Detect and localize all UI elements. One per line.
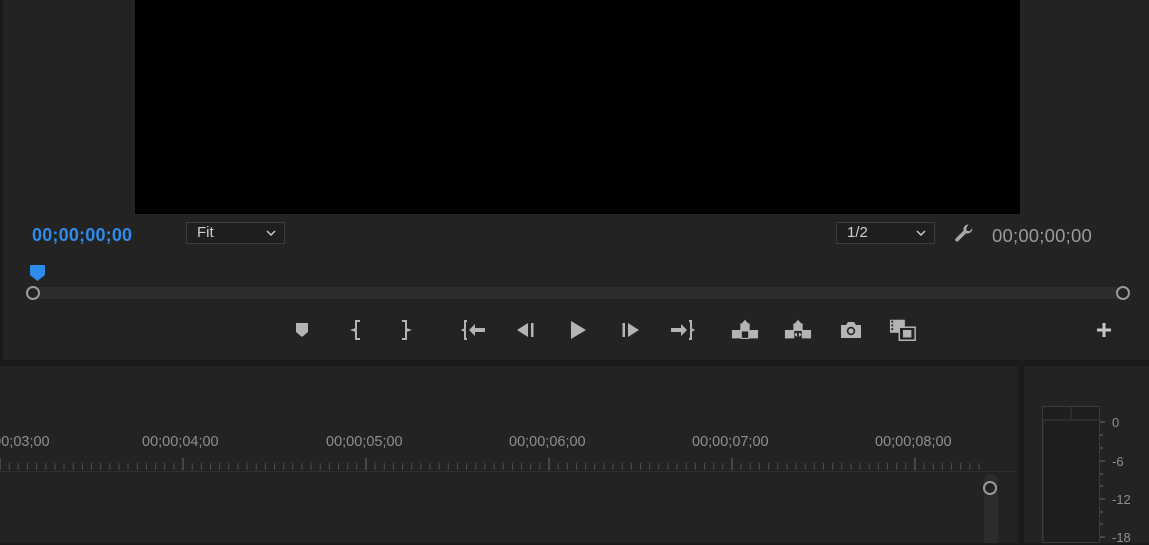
comparison-icon	[889, 319, 916, 342]
export-frame-button[interactable]	[837, 316, 865, 344]
meter-scale-label: 0	[1112, 415, 1120, 430]
ruler-baseline	[0, 471, 1016, 472]
video-preview[interactable]	[135, 0, 1020, 214]
camera-icon	[841, 322, 861, 338]
vertical-zoom-handle[interactable]	[983, 481, 997, 495]
ruler-label: 00;00;08;00	[875, 434, 952, 450]
time-ruler-scrubber[interactable]	[32, 287, 1123, 299]
ruler-ticks	[0, 458, 980, 470]
chevron-down-icon	[916, 230, 926, 236]
timeline-panel	[0, 366, 1018, 543]
playback-resolution-dropdown[interactable]: 1/2	[836, 222, 935, 244]
comparison-view-button[interactable]	[889, 316, 917, 344]
meter-scale-label: -6	[1112, 454, 1124, 469]
time-ruler[interactable]: 00;00;03;00 00;00;04;00 00;00;05;00 00;0…	[0, 434, 1000, 454]
mark-out-icon	[402, 320, 412, 340]
button-editor-button[interactable]	[1090, 316, 1118, 344]
lift-icon	[731, 319, 759, 339]
go-to-in-icon	[461, 320, 485, 340]
go-to-in-button[interactable]	[460, 316, 488, 344]
step-back-icon	[517, 323, 534, 337]
mark-in-icon	[350, 320, 360, 340]
go-to-out-icon	[671, 320, 695, 340]
play-button[interactable]	[564, 316, 592, 344]
ruler-label: 00;00;07;00	[692, 434, 769, 450]
plus-icon	[1097, 323, 1111, 337]
playhead-icon[interactable]	[29, 264, 47, 284]
zoom-level-dropdown[interactable]: Fit	[186, 222, 285, 244]
ruler-label: 00;00;06;00	[509, 434, 586, 450]
meter-scale-ticks	[1100, 421, 1105, 538]
extract-icon	[784, 319, 812, 339]
chevron-down-icon	[266, 230, 276, 236]
step-back-button[interactable]	[511, 316, 539, 344]
ruler-label: 00;00;05;00	[326, 434, 403, 450]
audio-meter[interactable]	[1042, 406, 1100, 543]
mark-out-button[interactable]	[391, 316, 419, 344]
step-forward-icon	[622, 323, 639, 337]
playback-resolution-value: 1/2	[847, 224, 868, 241]
ruler-label: 00;00;04;00	[142, 434, 219, 450]
wrench-icon[interactable]	[953, 222, 975, 244]
mark-in-button[interactable]	[343, 316, 371, 344]
current-timecode[interactable]: 00;00;00;00	[32, 225, 132, 246]
meter-scale-label: -12	[1112, 492, 1131, 507]
marker-icon	[296, 323, 308, 337]
step-forward-button[interactable]	[617, 316, 645, 344]
lift-button[interactable]	[731, 316, 759, 344]
zoom-level-value: Fit	[197, 224, 214, 241]
ruler-label: 00;00;03;00	[0, 434, 50, 450]
add-marker-button[interactable]	[288, 316, 316, 344]
play-icon	[571, 321, 586, 339]
zoom-handle-left[interactable]	[26, 286, 40, 300]
go-to-out-button[interactable]	[668, 316, 696, 344]
extract-button[interactable]	[784, 316, 812, 344]
duration-timecode: 00;00;00;00	[992, 225, 1092, 246]
zoom-handle-right[interactable]	[1116, 286, 1130, 300]
